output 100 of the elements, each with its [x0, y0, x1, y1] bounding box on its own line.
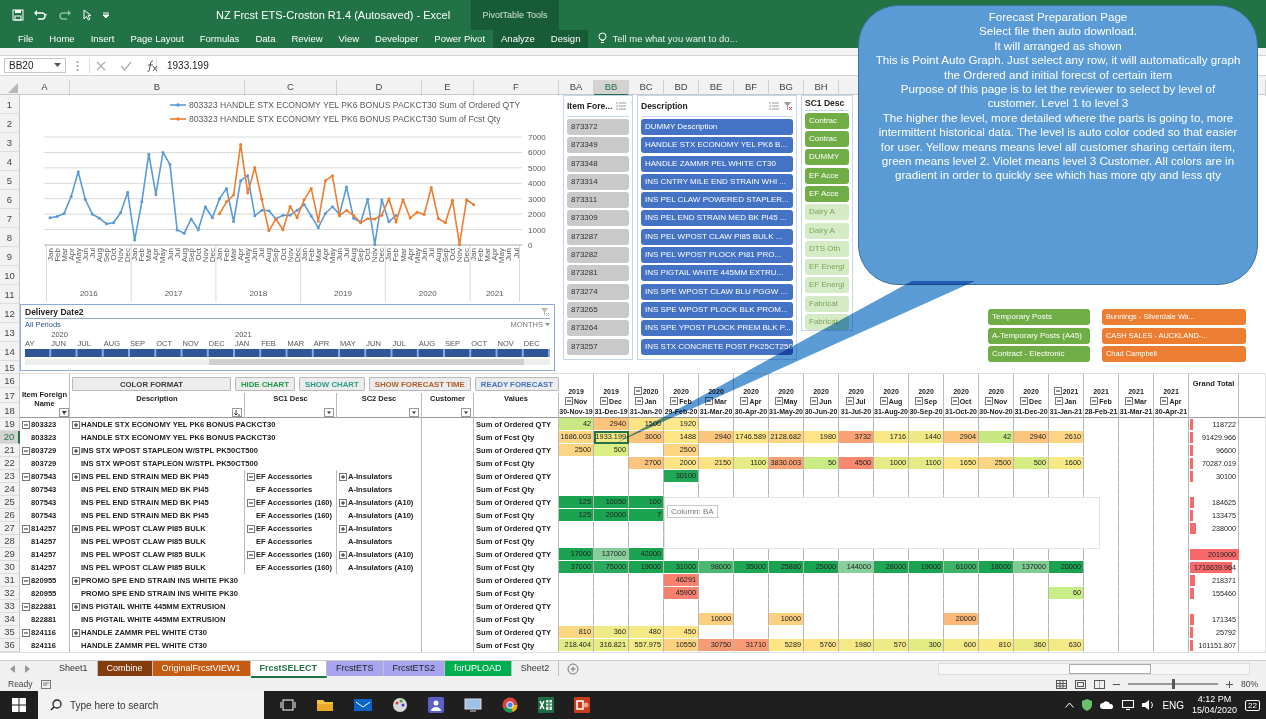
ribbon-tab[interactable]: Design: [542, 30, 589, 48]
plus-box-icon[interactable]: [339, 472, 347, 481]
dropdown-icon[interactable]: [324, 408, 334, 417]
row-header[interactable]: 15: [0, 361, 20, 374]
palette-icon[interactable]: [392, 697, 408, 713]
row-header[interactable]: 10: [0, 266, 20, 285]
normal-view-icon[interactable]: [1056, 679, 1067, 689]
horizontal-scrollbar[interactable]: [25, 359, 550, 365]
slicer-item[interactable]: DUMMY Description: [641, 119, 793, 135]
plus-box-icon[interactable]: [72, 628, 80, 637]
slicer-item[interactable]: 873349: [567, 137, 629, 154]
enter-icon[interactable]: [120, 60, 132, 71]
dropdown-icon[interactable]: [461, 408, 471, 417]
monitor-icon[interactable]: [464, 698, 482, 712]
minus-box-icon[interactable]: [774, 397, 783, 405]
row-header[interactable]: 31: [0, 574, 20, 587]
pointer-icon[interactable]: [83, 9, 93, 21]
security-shield-icon[interactable]: [1082, 699, 1093, 711]
plus-box-icon[interactable]: [72, 576, 80, 585]
ribbon-tab[interactable]: File: [10, 30, 42, 48]
slicer-item[interactable]: 873282: [567, 247, 629, 264]
row-header[interactable]: 21: [0, 444, 20, 457]
clear-filter-icon[interactable]: [783, 101, 793, 111]
row-header[interactable]: 19: [0, 418, 20, 431]
ribbon-tab[interactable]: Page Layout: [122, 30, 192, 48]
slicer-item[interactable]: 873309: [567, 210, 629, 227]
slicer-item[interactable]: HANDLE ZAMMR PEL WHITE CT30: [641, 155, 793, 172]
minus-box-icon[interactable]: [22, 628, 30, 637]
minus-box-icon[interactable]: [670, 397, 679, 405]
scroll-left-icon[interactable]: [10, 665, 16, 673]
minus-box-icon[interactable]: [22, 576, 30, 585]
row-header[interactable]: 35: [0, 626, 20, 639]
minus-box-icon[interactable]: [564, 397, 573, 405]
ribbon-tab[interactable]: Developer: [367, 30, 427, 48]
row-header[interactable]: 24: [0, 483, 20, 496]
customize-caret-icon[interactable]: [102, 11, 110, 19]
slicer-item[interactable]: 873348: [567, 155, 629, 172]
row-header[interactable]: 20: [0, 431, 20, 444]
minus-box-icon[interactable]: [1053, 387, 1062, 395]
row-header[interactable]: 29: [0, 548, 20, 561]
zoom-in-icon[interactable]: [1226, 680, 1233, 688]
scroll-right-icon[interactable]: [24, 665, 30, 673]
row-header[interactable]: 32: [0, 587, 20, 600]
windows-logo-icon[interactable]: [12, 698, 26, 712]
cancel-icon[interactable]: [96, 60, 106, 71]
slicer-item[interactable]: HANDLE STX ECONOMY YEL PK6 B...: [641, 137, 793, 154]
clock-time[interactable]: 4:12 PM: [1197, 694, 1232, 705]
minus-box-icon[interactable]: [915, 397, 924, 405]
column-header[interactable]: B: [70, 80, 245, 96]
slicer-item[interactable]: 873372: [567, 119, 629, 135]
row-header[interactable]: 7: [0, 209, 20, 228]
filter-dropdown-icon[interactable]: [59, 408, 69, 417]
column-header[interactable]: E: [422, 80, 474, 96]
slicer-item[interactable]: INS PEL CLAW POWERED STAPLER...: [641, 192, 793, 209]
row-header[interactable]: 30: [0, 561, 20, 574]
slicer-item[interactable]: 873281: [567, 265, 629, 282]
row-header[interactable]: 17: [0, 388, 20, 403]
row-header[interactable]: 34: [0, 613, 20, 626]
page-break-view-icon[interactable]: [1094, 679, 1105, 689]
slicer-item[interactable]: INS PEL WPOST PLOCK PI81 PRO...: [641, 247, 793, 264]
macro-record-icon[interactable]: [40, 679, 51, 689]
people-icon[interactable]: [428, 697, 444, 713]
add-sheet-icon[interactable]: [567, 663, 580, 675]
network-icon[interactable]: [1122, 700, 1135, 710]
minus-box-icon[interactable]: [22, 602, 30, 611]
ribbon-tab[interactable]: Formulas: [191, 30, 248, 48]
row-header[interactable]: 5: [0, 171, 20, 190]
row-header[interactable]: 23: [0, 470, 20, 483]
minus-box-icon[interactable]: [740, 397, 749, 405]
clock-date[interactable]: 15/04/2020: [1192, 705, 1238, 716]
minus-box-icon[interactable]: [633, 387, 642, 395]
row-header[interactable]: 26: [0, 509, 20, 522]
row-header[interactable]: 18: [0, 403, 20, 418]
slicer-item[interactable]: INS SPE WPOST PLOCK BLK PROM...: [641, 301, 793, 318]
row-header[interactable]: 6: [0, 190, 20, 209]
slicer-item[interactable]: INS PEL WPOST CLAW PI85 BULK ...: [641, 228, 793, 245]
sheet-tab[interactable]: FrcstSELECT: [250, 660, 328, 678]
row-header[interactable]: 14: [0, 342, 20, 361]
plus-box-icon[interactable]: [339, 524, 347, 533]
plus-box-icon[interactable]: [72, 446, 80, 455]
minus-box-icon[interactable]: [247, 498, 255, 507]
row-header[interactable]: 2: [0, 114, 20, 133]
minus-box-icon[interactable]: [1055, 397, 1064, 405]
slicer-item[interactable]: 873274: [567, 283, 629, 300]
formula-field[interactable]: 1933.199: [167, 58, 797, 73]
folder-icon[interactable]: [316, 698, 334, 712]
zoom-level[interactable]: 80%: [1241, 679, 1258, 689]
envelope-icon[interactable]: [354, 698, 372, 712]
page-layout-view-icon[interactable]: [1075, 679, 1086, 689]
minus-box-icon[interactable]: [984, 397, 993, 405]
minus-box-icon[interactable]: [950, 397, 959, 405]
sheet-tab[interactable]: Sheet1: [50, 660, 98, 676]
sheet-tab[interactable]: FrcstETS2: [383, 660, 446, 676]
plus-box-icon[interactable]: [72, 420, 80, 429]
minus-box-icon[interactable]: [22, 524, 30, 533]
slicer-item[interactable]: 873311: [567, 192, 629, 209]
undo-icon[interactable]: [33, 9, 49, 21]
spreadsheet-app-icon[interactable]: [538, 697, 554, 713]
name-box[interactable]: BB20: [4, 58, 66, 73]
minus-box-icon[interactable]: [22, 472, 30, 481]
